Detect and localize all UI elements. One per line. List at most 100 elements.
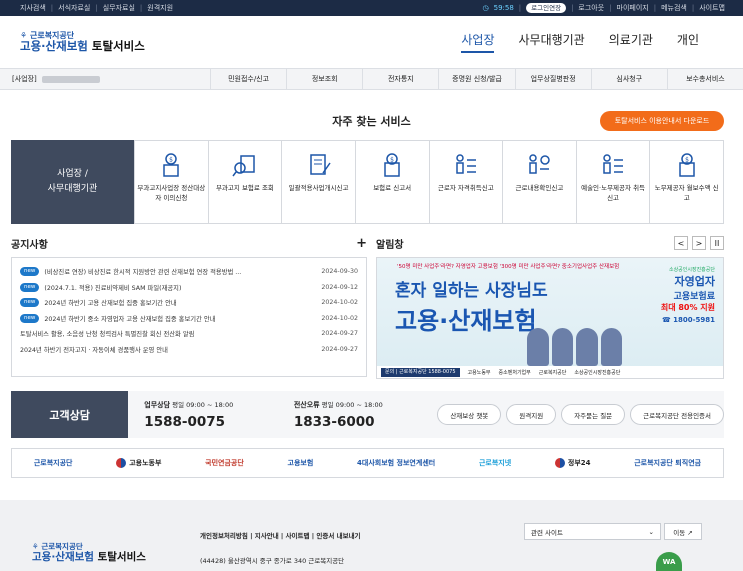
- partner-link[interactable]: 국민연금공단: [205, 458, 244, 468]
- top-link-remote-support[interactable]: 원격지원: [147, 3, 173, 13]
- top-link-practice-data[interactable]: 실무자료실: [103, 3, 135, 13]
- wage-report-icon: $: [678, 153, 695, 177]
- person-document-icon: $: [163, 153, 180, 177]
- list-item[interactable]: new (비상진료 연장) 비상진료 한시적 지원방안 관련 산재보험 연장 적용…: [20, 264, 358, 280]
- list-item[interactable]: 토탈서비스 활용, 소음성 난청 청력검사 특별진찰 회신 전산화 알림 2024…: [20, 326, 358, 342]
- service-category: 사업장 / 사무대행기관: [11, 140, 134, 224]
- banner-title: 고용·산재보험: [395, 307, 537, 335]
- service-tile[interactable]: 부과고지 보험료 조회: [207, 141, 282, 223]
- subnav-item-disease[interactable]: 업무상질병판정: [514, 69, 591, 89]
- footer-sitemap-link[interactable]: 사이트맵: [286, 532, 310, 540]
- top-link-forms[interactable]: 서식자료실: [58, 3, 90, 13]
- phone-icon: ☎: [661, 316, 671, 324]
- notice-list: new (비상진료 연장) 비상진료 한시적 지원방안 관련 산재보험 연장 적용…: [11, 257, 367, 377]
- magnify-document-icon: [232, 155, 255, 177]
- banner-footer: 문의 | 근로복지공단 1588-0075 고용노동부 중소벤처기업부 근로복지…: [377, 366, 723, 378]
- subnav-item-info[interactable]: 정보조회: [286, 69, 362, 89]
- taegeuk-icon: [554, 458, 565, 468]
- notice-section: 공지사항 + new (비상진료 연장) 비상진료 한시적 지원방안 관련 산재보…: [11, 234, 367, 377]
- partner-link[interactable]: 근로복지공단 퇴직연금: [634, 458, 701, 468]
- support-business-number: 1588-0075: [144, 414, 226, 430]
- service-tile[interactable]: $ 보험료 신고서: [354, 141, 429, 223]
- menu-search-link[interactable]: 메뉴검색: [661, 3, 687, 13]
- new-badge: new: [20, 267, 40, 277]
- web-accessibility-mark: WA: [656, 552, 682, 571]
- chatbot-button[interactable]: 산재보상 챗봇: [437, 404, 502, 425]
- footer: 개인정보처리방침 | 지사안내 | 사이트맵 | 인증서 내보내기 (44428…: [0, 500, 743, 571]
- svg-text:$: $: [169, 157, 173, 164]
- alert-section: 알림창 < > II '50명 미만 사업주'라면? 자영업자 고용보험 '30…: [376, 234, 724, 379]
- list-item[interactable]: new 2024년 하반기 중소 자영업자 고용 산재보험 집중 홍보기간 안내 2…: [20, 311, 358, 327]
- remote-support-button[interactable]: 원격지원: [506, 404, 557, 425]
- footer-links: 개인정보처리방침 | 지사안내 | 사이트맵 | 인증서 내보내기: [200, 532, 361, 540]
- notice-more-button[interactable]: +: [356, 236, 367, 251]
- clock-icon: ◷: [482, 4, 489, 12]
- list-item[interactable]: 2024년 하반기 전자고지 · 자동이체 경품행사 운영 안내 2024-09-…: [20, 342, 358, 358]
- footer-cert-export-link[interactable]: 인증서 내보내기: [316, 532, 360, 540]
- service-tile[interactable]: $ 노무제공자 월보수액 신고: [649, 141, 723, 223]
- sitemap-link[interactable]: 사이트맵: [699, 3, 725, 13]
- site-logo[interactable]: ⚘ 근로복지공단 고용·산재보험 토탈서비스: [20, 31, 145, 53]
- guide-download-button[interactable]: 토탈서비스 이용안내서 다운로드: [600, 111, 724, 131]
- certificate-button[interactable]: 근로복지공단 전용인증서: [630, 404, 725, 425]
- logout-link[interactable]: 로그아웃: [578, 3, 604, 13]
- alert-title: 알림창: [376, 239, 404, 251]
- svg-text:$: $: [390, 157, 394, 164]
- go-button[interactable]: 이동 ↗: [664, 523, 702, 540]
- service-tile[interactable]: 예술인·노무제공자 취득신고: [575, 141, 650, 223]
- banner-headline: 혼자 일하는 사장님도: [395, 281, 548, 301]
- banner-info-panel: 소상공인시장진흥공단 자영업자 고용보험료 최대 80% 지원 ☎ 1800-5…: [660, 267, 715, 324]
- nav-personal[interactable]: 개인: [677, 31, 699, 53]
- nav-agency[interactable]: 사무대행기관: [518, 31, 584, 53]
- extend-login-button[interactable]: 로그인연장: [526, 3, 567, 13]
- service-tile[interactable]: 근로내용확인신고: [502, 141, 576, 223]
- banner-top-text: '50명 미만 사업주'라면? 자영업자 고용보험 '300명 미만 사업주'라…: [397, 264, 620, 270]
- partner-link[interactable]: 근로복지공단: [34, 458, 73, 468]
- worker-register-icon: [456, 154, 476, 174]
- footer-address: (44428) 울산광역시 중구 종가로 340 근로복지공단: [200, 557, 345, 565]
- subnav-item-wage[interactable]: 보수총서비스: [666, 69, 743, 89]
- service-tile[interactable]: 근로자 자격취득신고: [428, 141, 503, 223]
- new-badge: new: [20, 282, 40, 292]
- related-site-select[interactable]: 관련 사이트 ⌄: [524, 523, 661, 540]
- partner-link[interactable]: 4대사회보험 정보연계센터: [357, 458, 435, 468]
- footer-privacy-link[interactable]: 개인정보처리방침: [200, 532, 248, 540]
- subnav-item-notice[interactable]: 전자통지: [362, 69, 438, 89]
- carousel-prev-button[interactable]: <: [674, 236, 688, 250]
- nav-business[interactable]: 사업장: [461, 31, 495, 53]
- header: ⚘ 근로복지공단 고용·산재보험 토탈서비스 사업장 사무대행기관 의료기관 개…: [0, 16, 743, 68]
- faq-button[interactable]: 자주묻는 질문: [561, 404, 626, 425]
- taegeuk-icon: [116, 458, 127, 468]
- partner-links: 근로복지공단 고용노동부 국민연금공단 고용보험 4대사회보험 정보연계센터 근…: [11, 448, 724, 478]
- promo-banner[interactable]: '50명 미만 사업주'라면? 자영업자 고용보험 '300명 미만 사업주'라…: [376, 257, 724, 379]
- business-name-redacted: [41, 75, 100, 83]
- artist-register-icon: [603, 154, 624, 174]
- subnav-item-cert[interactable]: 증명원 신청/발급: [438, 69, 514, 89]
- carousel-pause-button[interactable]: II: [710, 236, 724, 250]
- footer-logo: ⚘ 근로복지공단 고용·산재보험 토탈서비스: [32, 542, 146, 563]
- footer-branch-link[interactable]: 지사안내: [255, 532, 279, 540]
- partner-link[interactable]: 정부24: [554, 458, 591, 468]
- list-item[interactable]: new 2024년 하반기 고용 산재보험 집중 홍보기간 안내 2024-10-0…: [20, 295, 358, 311]
- carousel-next-button[interactable]: >: [692, 236, 706, 250]
- session-timer: 59:58: [493, 4, 514, 12]
- frequent-services: 사업장 / 사무대행기관 $ 부과고지사업장 정산대상자 이의신청 부과고지 보험…: [11, 140, 724, 224]
- alert-header: 알림창 < > II: [376, 234, 724, 252]
- mypage-link[interactable]: 마이페이지: [617, 3, 649, 13]
- top-link-branch-search[interactable]: 지사검색: [20, 3, 46, 13]
- new-badge: new: [20, 298, 40, 308]
- subnav-item-civil[interactable]: 민원접수/신고: [210, 69, 286, 89]
- logo-service-name: 고용·산재보험 토탈서비스: [20, 38, 145, 53]
- service-tile[interactable]: $ 부과고지사업장 정산대상자 이의신청: [134, 141, 208, 223]
- chevron-down-icon: ⌄: [648, 527, 654, 536]
- banner-people-illustration: [527, 328, 622, 368]
- nav-medical[interactable]: 의료기관: [609, 31, 653, 53]
- customer-support: 고객상담 업무상담 평일 09:00 ~ 18:00 1588-0075 전산오…: [11, 391, 725, 438]
- partner-link[interactable]: 고용보험: [288, 458, 314, 468]
- subnav-item-review[interactable]: 심사청구: [590, 69, 667, 89]
- service-tile[interactable]: 일괄적용사업개시신고: [281, 141, 355, 223]
- partner-link[interactable]: 고용노동부: [116, 458, 161, 468]
- partner-link[interactable]: 근로복지넷: [479, 458, 511, 468]
- list-item[interactable]: new (2024.7.1. 적용) 진료비약제비 SAM 파일(재공지) 2024…: [20, 280, 358, 296]
- coin-document-icon: $: [384, 153, 400, 177]
